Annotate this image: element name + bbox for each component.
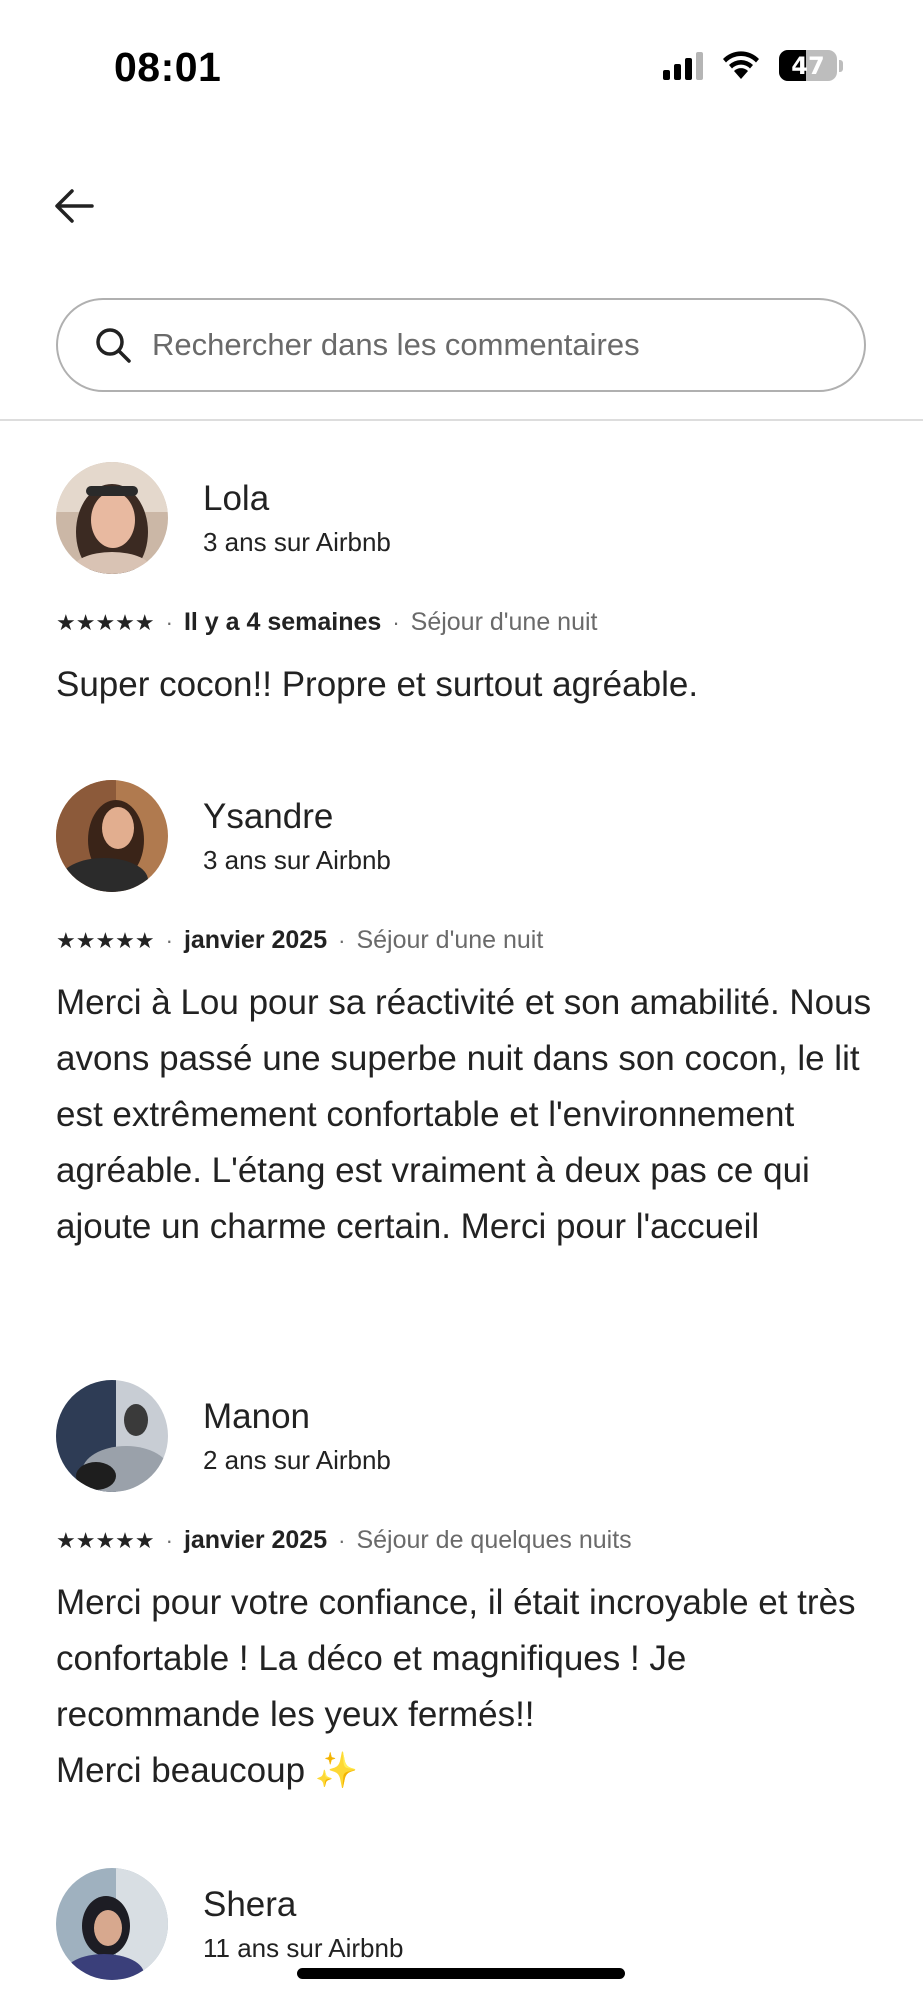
battery-icon: 47 xyxy=(779,50,837,81)
status-icons: 47 xyxy=(663,50,843,81)
review-header: Manon 2 ans sur Airbnb xyxy=(56,1378,876,1493)
arrow-left-icon xyxy=(55,189,94,223)
reviewer-tenure: 11 ans sur Airbnb xyxy=(203,1933,404,1963)
avatar[interactable] xyxy=(56,461,168,574)
reviewer-name[interactable]: Manon xyxy=(203,1395,391,1439)
review-header: Shera 11 ans sur Airbnb xyxy=(56,1866,876,1981)
wifi-icon xyxy=(723,50,759,79)
reviewer-name[interactable]: Shera xyxy=(203,1883,403,1927)
review-item: Ysandre 3 ans sur Airbnb ★★★★★ · janvier… xyxy=(56,778,876,1255)
review-stay-type: Séjour d'une nuit xyxy=(356,926,544,954)
star-icon: ★★★★★ xyxy=(56,927,155,953)
star-icon: ★★★★★ xyxy=(56,609,155,635)
review-item: Lola 3 ans sur Airbnb ★★★★★ · Il y a 4 s… xyxy=(56,460,876,713)
review-date: Il y a 4 semaines xyxy=(183,608,382,636)
search-box[interactable] xyxy=(56,298,866,392)
avatar[interactable] xyxy=(56,1867,168,1980)
review-date: janvier 2025 xyxy=(183,926,328,954)
review-header: Ysandre 3 ans sur Airbnb xyxy=(56,778,876,893)
sparkles-icon: ✨ xyxy=(314,1751,359,1790)
search-icon xyxy=(96,328,131,363)
avatar[interactable] xyxy=(56,779,168,892)
review-text: Merci à Lou pour sa réactivité et son am… xyxy=(56,983,872,1246)
review-header: Lola 3 ans sur Airbnb xyxy=(56,460,876,575)
reviewer-tenure: 3 ans sur Airbnb xyxy=(203,527,391,557)
home-indicator[interactable] xyxy=(297,1968,625,1979)
battery-level: 47 xyxy=(791,51,825,80)
review-meta: ★★★★★ · janvier 2025 · Séjour de quelque… xyxy=(56,1526,632,1554)
rating-stars: ★★★★★ xyxy=(56,927,155,953)
review-text: Merci pour votre confiance, il était inc… xyxy=(56,1575,876,1799)
reviewer-name[interactable]: Lola xyxy=(203,477,391,521)
search-input[interactable] xyxy=(152,327,812,363)
review-date: janvier 2025 xyxy=(183,1526,328,1554)
header-divider xyxy=(0,419,923,421)
reviewer-tenure: 2 ans sur Airbnb xyxy=(203,1445,391,1475)
status-time: 08:01 xyxy=(114,44,222,90)
rating-stars: ★★★★★ xyxy=(56,609,155,635)
review-item: Shera 11 ans sur Airbnb xyxy=(56,1866,876,1981)
review-text: Super cocon!! Propre et surtout agréable… xyxy=(56,665,699,704)
star-icon: ★★★★★ xyxy=(56,1527,155,1553)
avatar[interactable] xyxy=(56,1379,168,1492)
cellular-signal-icon xyxy=(663,51,703,80)
review-stay-type: Séjour de quelques nuits xyxy=(356,1526,632,1554)
back-button[interactable] xyxy=(50,182,98,230)
review-item: Manon 2 ans sur Airbnb ★★★★★ · janvier 2… xyxy=(56,1378,876,1799)
status-bar: 08:01 47 xyxy=(0,0,923,130)
review-stay-type: Séjour d'une nuit xyxy=(410,608,598,636)
reviewer-name[interactable]: Ysandre xyxy=(203,795,391,839)
reviewer-tenure: 3 ans sur Airbnb xyxy=(203,845,391,875)
review-text-body: Merci pour votre confiance, il était inc… xyxy=(56,1583,856,1790)
review-meta: ★★★★★ · janvier 2025 · Séjour d'une nuit xyxy=(56,926,544,954)
rating-stars: ★★★★★ xyxy=(56,1527,155,1553)
review-meta: ★★★★★ · Il y a 4 semaines · Séjour d'une… xyxy=(56,608,598,636)
